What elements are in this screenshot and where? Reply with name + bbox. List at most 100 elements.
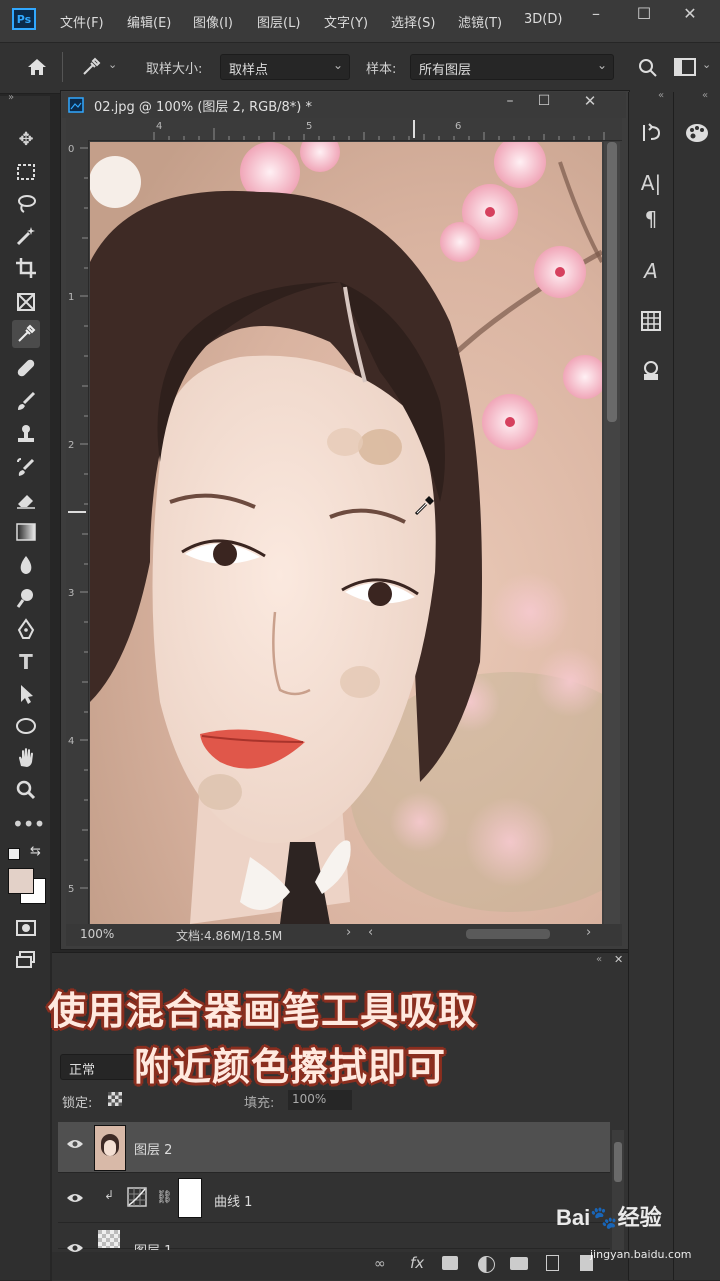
zoom-level[interactable]: 100% <box>80 927 114 941</box>
blend-mode-select[interactable]: 正常 <box>60 1054 140 1080</box>
ellipse-tool-icon[interactable] <box>12 712 40 740</box>
fx-icon[interactable]: fx <box>410 1254 424 1272</box>
scroll-thumb[interactable] <box>607 142 617 422</box>
layer-mask-thumbnail[interactable] <box>178 1178 202 1218</box>
zoom-tool-icon[interactable] <box>12 776 40 804</box>
pen-tool-icon[interactable] <box>12 616 40 644</box>
path-selection-tool-icon[interactable] <box>12 680 40 708</box>
paragraph-panel-icon[interactable]: ¶ <box>631 202 671 236</box>
curves-adjustment-icon <box>126 1186 148 1208</box>
layer-name[interactable]: 图层 1 <box>134 1240 172 1250</box>
eraser-tool-icon[interactable] <box>12 486 40 514</box>
horizontal-ruler <box>66 118 622 141</box>
magic-wand-tool-icon[interactable] <box>12 222 40 250</box>
link-layers-icon[interactable]: ∞ <box>374 1256 386 1272</box>
canvas-vertical-scrollbar[interactable] <box>604 142 620 924</box>
quick-mask-icon[interactable] <box>12 914 40 942</box>
screen-mode-icon[interactable] <box>12 946 40 974</box>
chevron-down-icon[interactable]: ⌄ <box>702 58 711 71</box>
search-icon[interactable] <box>636 56 660 80</box>
sample-select[interactable]: 所有图层 ⌄ <box>410 54 614 80</box>
v-ruler-mark: 4 <box>68 736 75 747</box>
lock-transparency-icon[interactable] <box>108 1092 122 1106</box>
menu-edit[interactable]: 编辑(E) <box>127 12 171 31</box>
gradient-tool-icon[interactable] <box>12 518 40 546</box>
close-app-button[interactable]: ✕ <box>672 4 708 28</box>
caption-line-2: 附近颜色擦拭即可 <box>134 1045 447 1089</box>
caption-line-1: 使用混合器画笔工具吸取 <box>48 989 478 1033</box>
menu-filter[interactable]: 滤镜(T) <box>458 12 502 31</box>
eyedropper-tool-icon[interactable] <box>12 320 40 348</box>
3d-panel-icon[interactable] <box>631 354 671 388</box>
chevron-right-icon[interactable]: › <box>586 925 591 940</box>
frame-tool-icon[interactable] <box>12 288 40 316</box>
visibility-eye-icon[interactable] <box>66 1138 84 1154</box>
minimize-button[interactable]: – <box>578 4 614 28</box>
sample-size-select[interactable]: 取样点 ⌄ <box>220 54 350 80</box>
workspace-icon[interactable] <box>674 58 696 76</box>
marquee-tool-icon[interactable] <box>12 158 40 186</box>
maximize-button[interactable]: ☐ <box>626 4 662 28</box>
doc-maximize-button[interactable]: ☐ <box>534 93 554 109</box>
visibility-eye-icon[interactable] <box>66 1192 84 1208</box>
fill-label: 填充: <box>244 1096 275 1111</box>
table-panel-icon[interactable] <box>631 304 671 338</box>
dodge-tool-icon[interactable] <box>12 584 40 612</box>
foreground-color-swatch[interactable] <box>8 868 34 894</box>
document-canvas[interactable] <box>90 142 602 924</box>
brush-tool-icon[interactable] <box>12 388 40 416</box>
menu-image[interactable]: 图像(I) <box>193 12 233 31</box>
menu-layer[interactable]: 图层(L) <box>257 12 300 31</box>
layers-scrollbar[interactable] <box>612 1130 624 1250</box>
document-tab-title[interactable]: 02.jpg @ 100% (图层 2, RGB/8*) * <box>94 96 312 115</box>
menu-file[interactable]: 文件(F) <box>60 12 104 31</box>
collapse-icon[interactable]: « <box>702 90 708 101</box>
more-tools-icon[interactable]: ••• <box>12 810 45 838</box>
hand-tool-icon[interactable] <box>12 744 40 772</box>
home-icon[interactable] <box>22 52 52 82</box>
clone-stamp-tool-icon[interactable] <box>12 420 40 448</box>
history-brush-tool-icon[interactable] <box>12 454 40 482</box>
layer-name[interactable]: 图层 2 <box>134 1139 172 1158</box>
eyedropper-preset-icon[interactable] <box>78 54 104 80</box>
fill-input[interactable]: 100% <box>288 1090 352 1110</box>
add-mask-icon[interactable] <box>442 1256 458 1270</box>
layer-name[interactable]: 曲线 1 <box>214 1191 252 1210</box>
menu-3d[interactable]: 3D(D) <box>524 12 562 27</box>
default-colors-icon[interactable] <box>8 848 20 860</box>
adjustment-layer-icon[interactable] <box>478 1256 495 1273</box>
move-tool-icon[interactable]: ✥ <box>12 126 40 154</box>
chevron-right-icon[interactable]: › <box>346 925 351 940</box>
close-panel-icon[interactable]: ✕ <box>614 953 623 966</box>
collapse-icon[interactable]: » <box>8 92 14 103</box>
blur-tool-icon[interactable] <box>12 552 40 580</box>
folder-icon[interactable] <box>510 1257 528 1270</box>
horizontal-scrollbar[interactable] <box>466 929 550 939</box>
glyphs-panel-icon[interactable]: A <box>631 254 671 288</box>
sample-label: 样本: <box>366 62 397 77</box>
doc-minimize-button[interactable]: – <box>500 93 520 109</box>
doc-size-info[interactable]: 文档:4.86M/18.5M <box>176 927 282 944</box>
h-ruler-mark: 6 <box>455 121 462 132</box>
color-panel-icon[interactable] <box>677 116 717 150</box>
history-panel-icon[interactable] <box>631 116 671 150</box>
healing-brush-tool-icon[interactable] <box>12 354 40 382</box>
collapse-icon[interactable]: « <box>596 954 602 965</box>
lasso-tool-icon[interactable] <box>12 190 40 218</box>
chain-link-icon[interactable]: ⛓ <box>156 1190 173 1205</box>
lock-label: 锁定: <box>62 1096 93 1111</box>
photoshop-logo-icon[interactable]: Ps <box>12 8 36 30</box>
chevron-left-icon[interactable]: ‹ <box>368 925 373 940</box>
crop-tool-icon[interactable] <box>12 254 40 282</box>
type-tool-icon[interactable]: T <box>12 648 40 676</box>
menu-select[interactable]: 选择(S) <box>391 12 435 31</box>
sample-size-value: 取样点 <box>229 63 269 78</box>
character-panel-icon[interactable]: A| <box>631 166 671 200</box>
v-ruler-mark: 0 <box>68 144 75 155</box>
swap-colors-icon[interactable]: ⇆ <box>30 844 41 859</box>
new-layer-icon[interactable] <box>546 1255 559 1271</box>
chevron-down-icon[interactable]: ⌄ <box>108 58 117 71</box>
collapse-icon[interactable]: « <box>658 90 664 101</box>
doc-close-button[interactable]: ✕ <box>580 92 600 110</box>
menu-type[interactable]: 文字(Y) <box>324 12 368 31</box>
